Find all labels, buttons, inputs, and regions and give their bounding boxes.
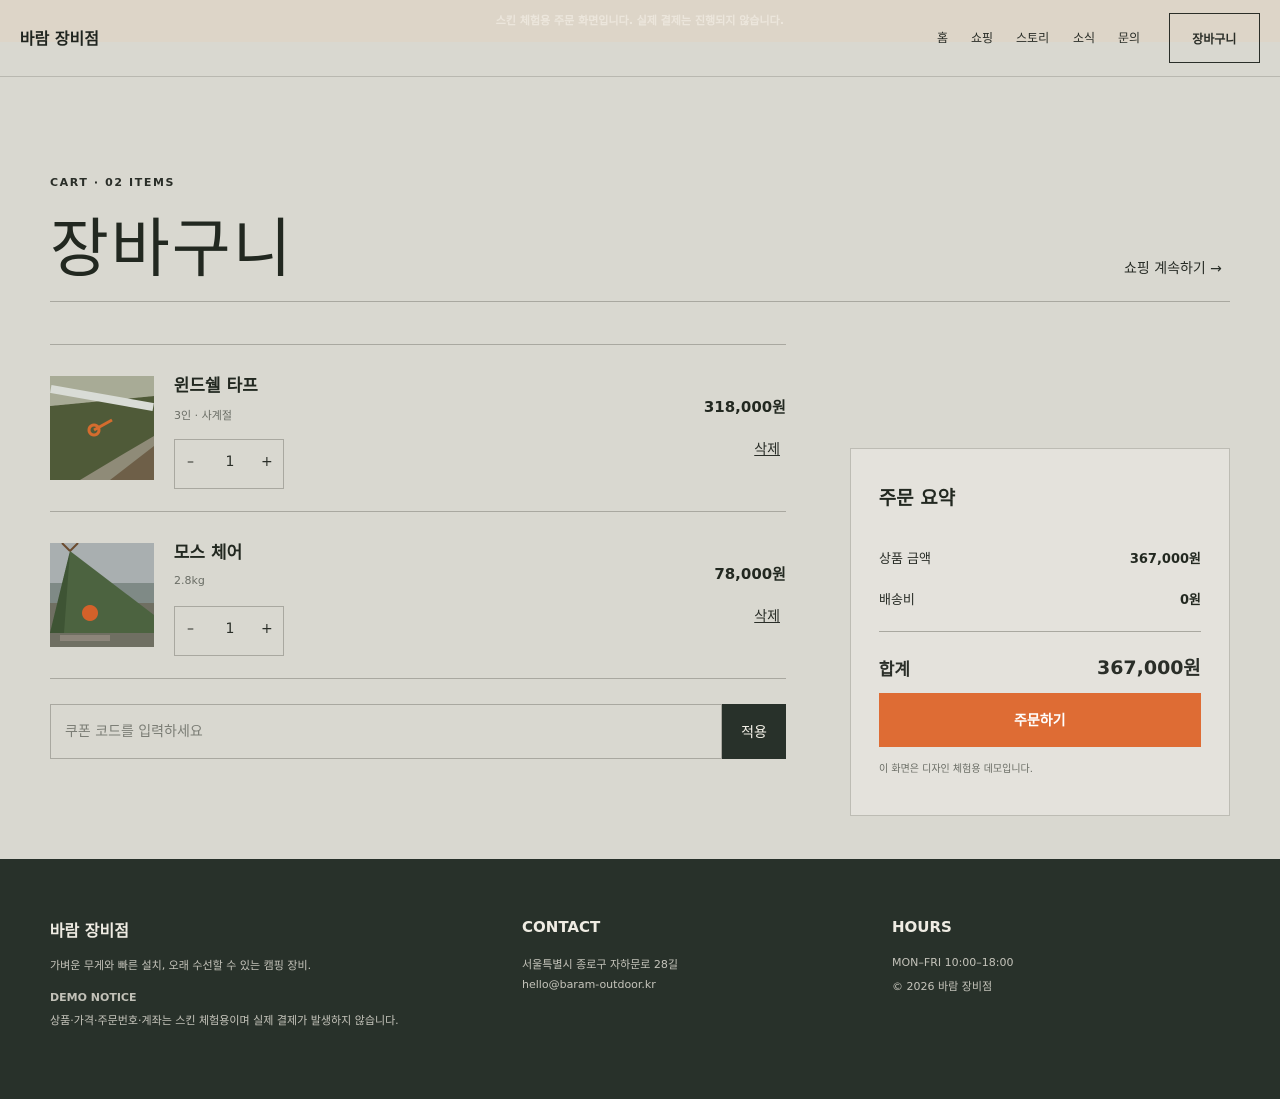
nav-story[interactable]: 스토리 [1016,29,1049,46]
increase-quantity-button[interactable]: + [261,621,273,637]
coupon-code-input[interactable] [50,704,722,759]
total-value: 367,000원 [1096,657,1201,679]
site-header: 바람 장비점 홈 쇼핑 스토리 소식 문의 장바구니 [0,0,1280,77]
site-logo[interactable]: 바람 장비점 [20,25,99,49]
cart-item-name[interactable]: 윈드쉘 타프 [174,371,258,396]
nav-home[interactable]: 홈 [937,29,948,46]
quantity-value[interactable]: 1 [215,621,245,637]
divider [879,631,1201,632]
demo-notice-title: DEMO NOTICE [50,991,137,1004]
delete-item-button[interactable]: 삭제 [754,606,780,626]
divider [50,301,1230,302]
site-footer: 바람 장비점 가벼운 무게와 빠른 설치, 오래 수선할 수 있는 캠핑 장비.… [0,859,1280,1099]
total-label: 합계 [879,660,911,680]
divider [50,344,786,345]
quantity-value[interactable]: 1 [215,454,245,470]
decrease-quantity-button[interactable]: – [187,454,199,470]
cart-eyebrow: CART · 02 ITEMS [50,176,176,189]
contact-title: CONTACT [522,918,601,936]
nav-news[interactable]: 소식 [1073,29,1095,46]
increase-quantity-button[interactable]: + [261,454,273,470]
cart-item-option: 2.8kg [174,574,205,587]
delete-item-button[interactable]: 삭제 [754,439,780,459]
footer-hours: MON–FRI 10:00–18:00 [892,956,1014,969]
cart-item-price: 78,000원 [714,565,786,583]
footer-address: 서울특별시 종로구 자하문로 28길 [522,958,679,971]
hours-title: HOURS [892,918,952,936]
nav-shopping[interactable]: 쇼핑 [971,29,993,46]
nav-contact[interactable]: 문의 [1118,29,1140,46]
footer-tagline: 가벼운 무게와 빠른 설치, 오래 수선할 수 있는 캠핑 장비. [50,959,312,972]
divider [50,678,786,679]
header-cart-button[interactable]: 장바구니 [1169,13,1260,63]
place-order-button[interactable]: 주문하기 [879,693,1201,747]
quantity-stepper: – 1 + [174,606,284,656]
continue-shopping-link[interactable]: 쇼핑 계속하기 → [1124,258,1222,278]
decrease-quantity-button[interactable]: – [187,621,199,637]
order-summary-title: 주문 요약 [879,487,956,509]
order-summary-panel: 주문 요약 상품 금액 367,000원 배송비 0원 합계 367,000원 … [850,448,1230,816]
product-image-chair[interactable] [50,543,154,647]
product-image-tarp[interactable] [50,376,154,480]
subtotal-value: 367,000원 [1129,552,1201,567]
cart-item-option: 3인 · 사계절 [174,409,232,422]
divider [50,511,786,512]
footer-logo[interactable]: 바람 장비점 [50,917,129,941]
demo-note: 이 화면은 디자인 체험용 데모입니다. [879,764,1033,775]
apply-coupon-button[interactable]: 적용 [722,704,786,759]
demo-notice-text: 상품·가격·주문번호·계좌는 스킨 체험용이며 실제 결제가 발생하지 않습니다… [50,1014,399,1027]
footer-copyright: © 2026 바람 장비점 [892,980,993,993]
shipping-label: 배송비 [879,593,915,608]
quantity-stepper: – 1 + [174,439,284,489]
subtotal-label: 상품 금액 [879,552,931,567]
cart-item-name[interactable]: 모스 체어 [174,538,242,563]
footer-email[interactable]: hello@baram-outdoor.kr [522,978,656,991]
shipping-value: 0원 [1179,593,1201,608]
page-title: 장바구니 [50,213,294,287]
cart-item-price: 318,000원 [703,398,786,416]
